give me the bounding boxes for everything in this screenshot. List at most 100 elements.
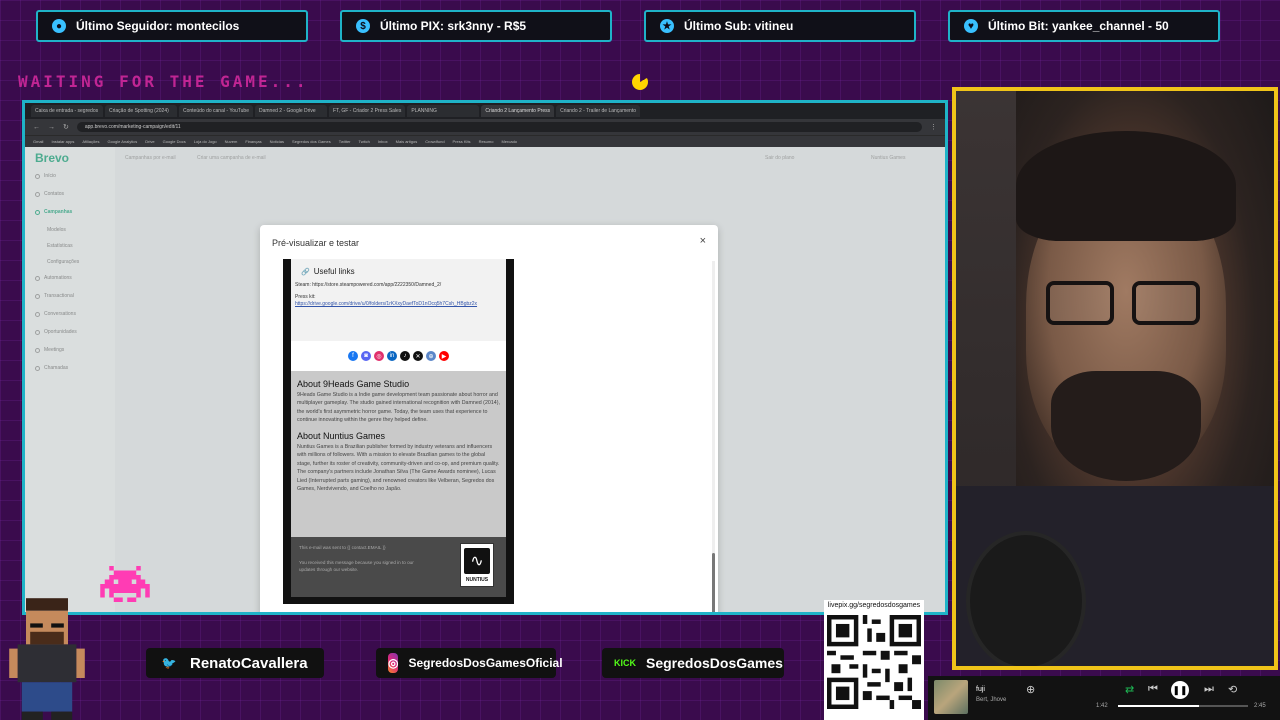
album-cover	[934, 680, 968, 714]
close-icon[interactable]: ×	[700, 235, 706, 247]
brevo-app: Brevo Início Contatos Campanhas Modelos …	[25, 147, 945, 612]
last-bit-pill: ♥ Último Bit: yankee_channel - 50	[948, 10, 1220, 42]
bookmark[interactable]: Loja do Jogo	[194, 139, 217, 144]
glasses-right	[1132, 281, 1200, 325]
browser-tab[interactable]: Damned 2 - Google Drive	[254, 105, 327, 117]
add-icon[interactable]: ⊕	[1026, 683, 1035, 696]
streamer-beard	[1051, 371, 1201, 481]
website-icon[interactable]: ⊕	[426, 351, 436, 361]
bookmark[interactable]: Gmail	[33, 139, 43, 144]
email-footer: This e-mail was sent to {{ contact.EMAIL…	[291, 537, 506, 597]
tiktok-icon[interactable]: ♪	[400, 351, 410, 361]
progress-fill	[1118, 705, 1199, 707]
track-title: fuji	[976, 686, 985, 693]
streamer-hair	[1016, 131, 1236, 241]
extensions-icon[interactable]: ⋮	[930, 123, 937, 131]
youtube-icon[interactable]: ▶	[439, 351, 449, 361]
bookmark[interactable]: Google Analytics	[107, 139, 137, 144]
useful-links-title: Useful links	[313, 267, 355, 276]
bookmark[interactable]: Press Kits	[453, 139, 471, 144]
track-artist: Bert, Jhove	[976, 697, 1007, 703]
reload-icon[interactable]: ↻	[63, 123, 69, 131]
bookmark[interactable]: Notícias	[270, 139, 284, 144]
previous-icon[interactable]: ⏮	[1148, 683, 1158, 696]
pacman-icon	[632, 74, 648, 90]
linkedin-icon[interactable]: in	[387, 351, 397, 361]
last-follower-label: Último Seguidor: montecilos	[76, 19, 240, 33]
bookmark[interactable]: Twitch	[359, 139, 370, 144]
browser-toolbar: ← → ↻ app.brevo.com/marketing-campaign/e…	[25, 119, 945, 135]
bookmark[interactable]: Inbox	[378, 139, 388, 144]
bookmark[interactable]: Twitter	[339, 139, 351, 144]
bookmark[interactable]: Mais artigos	[396, 139, 418, 144]
qr-code-panel[interactable]: livepix.gg/segredosdosgames	[824, 600, 924, 720]
steam-link[interactable]: Steam: https://store.steampowered.com/ap…	[295, 282, 502, 288]
microphone	[966, 531, 1086, 666]
browser-tab[interactable]: Conteúdo do canal - YouTube	[179, 105, 253, 117]
about-publisher-title: About Nuntius Games	[297, 430, 386, 441]
bookmark[interactable]: Resumo	[479, 139, 494, 144]
shuffle-icon[interactable]: ⇄	[1125, 683, 1134, 696]
about-studio-body: 9Heads Game Studio is a Indie game devel…	[297, 392, 500, 424]
elapsed-time: 1:42	[1096, 703, 1108, 709]
bookmark[interactable]: Drive	[145, 139, 154, 144]
heart-icon: ♥	[964, 19, 978, 33]
about-section: About 9Heads Game Studio 9Heads Game Stu…	[291, 371, 506, 537]
webcam-feed	[952, 87, 1278, 670]
progress-bar[interactable]	[1118, 705, 1248, 707]
bookmark[interactable]: Instalar apps	[51, 139, 74, 144]
address-bar[interactable]: app.brevo.com/marketing-campaign/edit/11	[76, 122, 922, 132]
footer-reason: You received this message because you si…	[299, 559, 414, 572]
browser-tab-active[interactable]: Criando 2 Lançamento Press	[481, 105, 555, 117]
instagram-icon: ◎	[388, 653, 399, 673]
back-icon[interactable]: ←	[33, 124, 40, 131]
nuntius-logo: ∿ NUNTIUS	[460, 543, 494, 587]
bookmark[interactable]: Mercado	[501, 139, 517, 144]
discord-icon[interactable]: ◙	[361, 351, 371, 361]
bookmark[interactable]: Google Docs	[163, 139, 186, 144]
bookmark[interactable]: Crowdfund	[425, 139, 444, 144]
glasses-left	[1046, 281, 1114, 325]
bookmark[interactable]: Finanças	[245, 139, 261, 144]
total-time: 2:45	[1254, 703, 1266, 709]
kick-handle-label: SegredosDosGames	[646, 655, 783, 671]
browser-tab[interactable]: Criando 2 - Trailer de Lançamento	[556, 105, 640, 117]
last-pix-pill: $ Último PIX: srk3nny - R$5	[340, 10, 612, 42]
twitter-icon: 🐦	[161, 656, 177, 670]
bookmark[interactable]: Nuvem	[225, 139, 238, 144]
twitter-handle-label: RenatoCavallera	[190, 654, 308, 672]
nuntius-logo-text: NUNTIUS	[465, 577, 489, 583]
bookmark[interactable]: Afiliações	[82, 139, 99, 144]
browser-tab[interactable]: Caixa de entrada - segredos	[31, 105, 103, 117]
browser-tab[interactable]: FT, GF - Criador 2 Press Sales	[328, 105, 406, 117]
link-icon: 🔗	[301, 268, 310, 276]
browser-tab[interactable]: PLANNING	[407, 105, 480, 117]
pause-button[interactable]: ❚❚	[1171, 681, 1189, 699]
bookmark[interactable]: Segredos dos Games	[292, 139, 331, 144]
next-icon[interactable]: ⏭	[1204, 683, 1214, 696]
twitter-handle[interactable]: 🐦 RenatoCavallera	[146, 648, 324, 678]
facebook-icon[interactable]: f	[348, 351, 358, 361]
kick-icon: KICK	[614, 658, 636, 668]
repeat-icon[interactable]: ⟲	[1228, 683, 1237, 696]
browser-tab[interactable]: Criação de Spotting (2024)	[105, 105, 177, 117]
instagram-handle[interactable]: ◎ SegredosDosGamesOficial	[376, 648, 563, 678]
screen-capture: Caixa de entrada - segredos Criação de S…	[22, 100, 948, 615]
x-icon[interactable]: ✕	[413, 351, 423, 361]
kick-handle[interactable]: KICK SegredosDosGames	[602, 648, 784, 678]
last-sub-label: Último Sub: vitineu	[684, 19, 794, 33]
instagram-handle-label: SegredosDosGamesOficial	[408, 656, 563, 670]
bookmarks-bar: Gmail Instalar apps Afiliações Google An…	[25, 135, 945, 147]
dollar-icon: $	[356, 19, 370, 33]
about-studio-title: About 9Heads Game Studio	[297, 379, 410, 389]
pixel-character	[9, 598, 85, 720]
star-icon: ★	[660, 19, 674, 33]
press-kit-label: Press kit:	[295, 294, 316, 300]
useful-links-section: 🔗 Useful links Steam: https://store.steam…	[291, 259, 506, 341]
qr-url-label: livepix.gg/segredosdosgames	[827, 602, 921, 609]
preview-modal: Pré-visualizar e testar × 🔗 Useful links …	[260, 225, 718, 612]
press-kit-link[interactable]: https://drive.google.com/drive/u/0/folde…	[295, 301, 477, 307]
forward-icon[interactable]: →	[48, 124, 55, 131]
instagram-icon[interactable]: ◎	[374, 351, 384, 361]
modal-scroll-thumb[interactable]	[712, 553, 715, 612]
